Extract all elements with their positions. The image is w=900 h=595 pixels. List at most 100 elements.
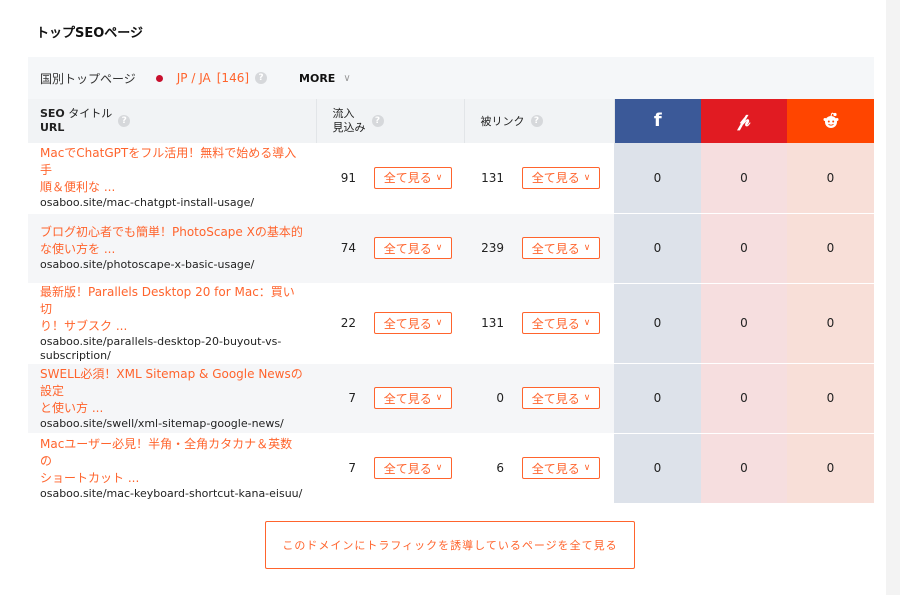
page-url: osaboo.site/photoscape-x-basic-usage/ <box>40 258 255 271</box>
chevron-down-icon: ∨ <box>583 172 591 183</box>
page-url: osaboo.site/mac-chatgpt-install-usage/ <box>40 196 255 210</box>
reddit-shares: 0 <box>826 170 835 185</box>
facebook-cell: 0 <box>614 143 701 214</box>
facebook-cell: 0 <box>614 433 701 504</box>
reddit-cell: 0 <box>787 433 874 504</box>
view-all-traffic-button[interactable]: 全て見る ∨ <box>374 387 452 409</box>
facebook-shares: 0 <box>653 241 662 255</box>
pinterest-icon: 𝓅 <box>737 110 751 131</box>
seo-title-label: タイトル <box>68 107 113 120</box>
reddit-shares: 0 <box>826 241 835 255</box>
backlinks-value: 131 <box>481 316 504 330</box>
page-title-link[interactable]: ブログ初心者でも簡単！PhotoScape Xの基本的 な使い方を ... <box>40 224 304 258</box>
traffic-cell: 7 全て見る ∨ <box>316 363 464 434</box>
page-title-link[interactable]: SWELL必須！XML Sitemap & Google Newsの設定 と使い方… <box>40 366 304 417</box>
locale-link[interactable]: JP / JA <box>177 71 211 85</box>
view-all-traffic-pages-button[interactable]: このドメインにトラフィックを誘導しているページを全て見る <box>265 521 635 569</box>
chevron-down-icon: ∨ <box>435 243 443 253</box>
backlinks-cell: 239 全て見る ∨ <box>464 213 614 284</box>
title-cell: Macユーザー必見！半角・全角カタカナ＆英数の ショートカット ... osabo… <box>28 433 316 504</box>
traffic-cell: 7 全て見る ∨ <box>316 433 464 504</box>
more-dropdown[interactable]: MORE ∨ <box>299 72 351 85</box>
traffic-value: 7 <box>348 461 356 475</box>
chevron-down-icon: ∨ <box>583 393 591 403</box>
view-all-backlinks-button[interactable]: 全て見る ∨ <box>522 387 600 409</box>
traffic-cell: 91 全て見る ∨ <box>316 143 464 214</box>
help-icon[interactable]: ? <box>371 115 384 127</box>
top-seo-pages-table: SEO タイトル URL ? 流入 見込み ? 被リンク ? f 𝓅 MacでC… <box>28 99 874 504</box>
title-cell: 最新版！Parallels Desktop 20 for Mac：買い切 り！サブ… <box>28 283 316 364</box>
facebook-cell: 0 <box>614 363 701 434</box>
traffic-label-line1: 流入 <box>332 107 355 120</box>
scrollbar-track[interactable] <box>886 0 900 595</box>
column-header-traffic: 流入 見込み ? <box>316 99 465 143</box>
view-all-traffic-button[interactable]: 全て見る ∨ <box>374 312 452 334</box>
page-title-link[interactable]: Macユーザー必見！半角・全角カタカナ＆英数の ショートカット ... <box>40 436 304 487</box>
url-label: URL <box>40 121 65 134</box>
japan-flag-icon <box>155 74 163 82</box>
pinterest-cell: 0 <box>701 363 787 434</box>
chevron-down-icon: ∨ <box>583 243 591 253</box>
traffic-value: 7 <box>348 391 356 405</box>
more-label: MORE <box>299 71 336 85</box>
reddit-shares: 0 <box>826 461 835 475</box>
view-all-traffic-button[interactable]: 全て見る ∨ <box>374 166 452 189</box>
facebook-icon: f <box>653 110 662 131</box>
facebook-cell: 0 <box>614 213 701 284</box>
traffic-label-line2: 見込み <box>332 121 366 134</box>
view-all-backlinks-button[interactable]: 全て見る ∨ <box>522 312 600 334</box>
pinterest-shares: 0 <box>740 461 748 475</box>
page-url: osaboo.site/mac-keyboard-shortcut-kana-e… <box>40 486 303 500</box>
chevron-down-icon: ∨ <box>343 72 351 84</box>
reddit-cell: 0 <box>787 213 874 284</box>
help-icon[interactable]: ? <box>255 72 268 84</box>
column-header-backlinks: 被リンク ? <box>464 99 615 143</box>
backlinks-cell: 6 全て見る ∨ <box>464 433 614 504</box>
reddit-icon <box>823 112 838 128</box>
column-header-facebook: f <box>614 99 701 143</box>
help-icon[interactable]: ? <box>530 115 543 127</box>
reddit-cell: 0 <box>787 363 874 434</box>
facebook-shares: 0 <box>653 461 662 475</box>
title-cell: MacでChatGPTをフル活用！無料で始める導入手 順＆便利な ... osab… <box>28 143 316 214</box>
pinterest-shares: 0 <box>740 170 748 185</box>
pinterest-shares: 0 <box>740 391 748 405</box>
view-all-backlinks-button[interactable]: 全て見る ∨ <box>522 237 600 259</box>
pinterest-cell: 0 <box>701 213 787 284</box>
pinterest-shares: 0 <box>740 316 748 330</box>
table-row: Macユーザー必見！半角・全角カタカナ＆英数の ショートカット ... osabo… <box>28 433 874 504</box>
facebook-shares: 0 <box>653 391 662 405</box>
page-title-link[interactable]: 最新版！Parallels Desktop 20 for Mac：買い切 り！サブ… <box>40 284 304 335</box>
backlinks-cell: 131 全て見る ∨ <box>464 283 614 364</box>
title-cell: SWELL必須！XML Sitemap & Google Newsの設定 と使い方… <box>28 363 316 434</box>
table-header-row: SEO タイトル URL ? 流入 見込み ? 被リンク ? f 𝓅 <box>28 99 874 143</box>
title-cell: ブログ初心者でも簡単！PhotoScape Xの基本的 な使い方を ... osa… <box>28 213 316 284</box>
chevron-down-icon: ∨ <box>583 463 591 473</box>
table-row: ブログ初心者でも簡単！PhotoScape Xの基本的 な使い方を ... osa… <box>28 213 874 284</box>
view-all-backlinks-button[interactable]: 全て見る ∨ <box>522 166 600 189</box>
traffic-value: 91 <box>340 170 356 185</box>
reddit-cell: 0 <box>787 283 874 364</box>
backlinks-cell: 0 全て見る ∨ <box>464 363 614 434</box>
help-icon[interactable]: ? <box>118 115 131 127</box>
pinterest-cell: 0 <box>701 433 787 504</box>
reddit-shares: 0 <box>826 316 835 330</box>
pinterest-shares: 0 <box>740 241 748 255</box>
section-title: トップSEOページ <box>36 26 144 41</box>
facebook-cell: 0 <box>614 283 701 364</box>
chevron-down-icon: ∨ <box>435 172 443 183</box>
backlinks-value: 0 <box>496 391 504 405</box>
reddit-shares: 0 <box>826 391 835 405</box>
view-all-traffic-button[interactable]: 全て見る ∨ <box>374 237 452 259</box>
backlinks-cell: 131 全て見る ∨ <box>464 143 614 214</box>
view-all-backlinks-button[interactable]: 全て見る ∨ <box>522 457 600 479</box>
page-title-link[interactable]: MacでChatGPTをフル活用！無料で始める導入手 順＆便利な ... <box>40 145 304 196</box>
chevron-down-icon: ∨ <box>435 318 443 328</box>
backlinks-value: 6 <box>496 461 504 475</box>
page-url: osaboo.site/swell/xml-sitemap-google-new… <box>40 416 284 430</box>
locale-count[interactable]: [146] <box>217 71 249 85</box>
backlinks-value: 239 <box>481 241 504 255</box>
traffic-cell: 74 全て見る ∨ <box>316 213 464 284</box>
view-all-traffic-button[interactable]: 全て見る ∨ <box>374 457 452 479</box>
country-filter-bar: 国別トップページ JP / JA [146] ? MORE ∨ <box>28 57 874 99</box>
